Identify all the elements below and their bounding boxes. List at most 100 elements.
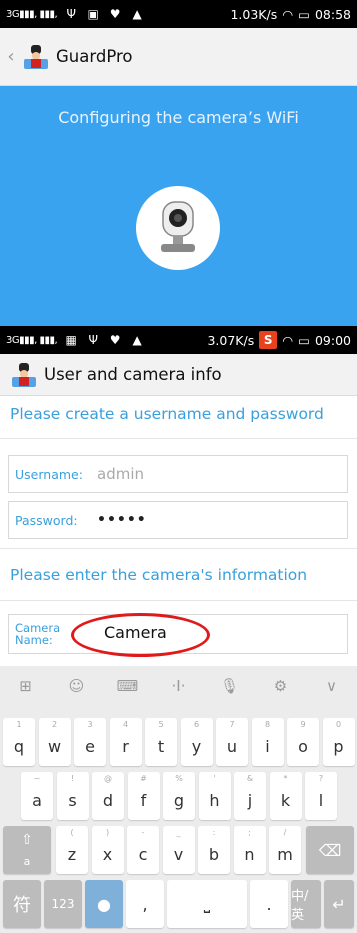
password-value[interactable]: •••••: [97, 512, 147, 528]
settings-icon[interactable]: ⚙: [266, 677, 296, 695]
key-secondary-label: _: [176, 828, 181, 837]
microphone-icon[interactable]: 🎙: [215, 677, 245, 695]
key-label: j: [247, 790, 253, 810]
backspace-key[interactable]: ⌫: [306, 826, 354, 874]
key-h[interactable]: ' h: [198, 772, 231, 820]
key-secondary-label: %: [175, 774, 183, 783]
backspace-icon: ⌫: [318, 840, 342, 860]
keyboard-layout-icon[interactable]: ⌨: [113, 677, 143, 695]
guardpro-logo-icon: [24, 44, 48, 69]
key-label: t: [157, 736, 165, 756]
app-bar-guardpro: ‹ GuardPro: [0, 28, 357, 86]
camera-name-label-line2: Name:: [15, 633, 53, 647]
key-secondary-label: (: [70, 828, 74, 837]
symbol-key[interactable]: 符: [3, 880, 41, 928]
key-c[interactable]: -c: [127, 826, 159, 874]
key-label: z: [67, 844, 77, 864]
signal-icon-2: 3G▮▮▮, ▮▮▮,: [6, 334, 58, 346]
key-label: v: [173, 844, 184, 864]
enter-key[interactable]: ↵: [324, 880, 354, 928]
s-app-icon: S: [259, 331, 278, 349]
globe-key[interactable]: ●: [85, 880, 123, 928]
key-j[interactable]: & j: [234, 772, 266, 820]
key-o[interactable]: 9o: [287, 718, 319, 766]
key-v[interactable]: _ v: [162, 826, 195, 874]
key-b[interactable]: :b: [198, 826, 230, 874]
key-label: c: [138, 844, 148, 864]
key-secondary-label: ;: [248, 828, 251, 837]
key-e[interactable]: 3e: [74, 718, 106, 766]
key-secondary-label: ): [105, 828, 110, 837]
camera-icon: [161, 201, 195, 252]
key-w[interactable]: 2w: [38, 718, 71, 766]
key-secondary-label: 6: [193, 720, 200, 729]
emoji-icon[interactable]: ☺: [62, 677, 92, 695]
key-secondary-label: #: [140, 774, 147, 783]
key-secondary-label: 5: [158, 720, 164, 729]
numbers-key[interactable]: 123: [44, 880, 82, 928]
period-key[interactable]: .: [250, 880, 288, 928]
key-r[interactable]: 4r: [109, 718, 142, 766]
app-notification-icon-2: ▲: [132, 333, 142, 347]
status-bar-top: 3G▮▮▮, ▮▮▮, Ψ ▣ ♥ ▲ 1.03K/s ◠ ▭ 08:58: [0, 0, 357, 28]
key-label: m: [277, 844, 293, 864]
key-z[interactable]: (z: [56, 826, 88, 874]
network-speed: 1.03K/s: [230, 6, 278, 22]
grid-menu-icon[interactable]: ⊞: [11, 677, 41, 695]
key-label: b: [208, 844, 220, 864]
key-label: k: [280, 790, 291, 810]
key-secondary-label: :: [212, 828, 216, 837]
shield-icon-2: ♥: [109, 333, 121, 347]
key-secondary-label: ': [213, 774, 216, 783]
key-secondary-label: ~: [33, 774, 41, 783]
key-g[interactable]: % g: [163, 772, 195, 820]
key-k[interactable]: * k: [269, 772, 302, 820]
key-m[interactable]: / m: [269, 826, 301, 874]
clock-2: 09:00: [314, 332, 351, 348]
key-secondary-label: &: [246, 774, 254, 783]
key-label: i: [265, 736, 270, 756]
space-key[interactable]: ⎵: [167, 880, 247, 928]
image-icon: ▣: [87, 7, 99, 21]
key-y[interactable]: 6y: [180, 718, 213, 766]
key-f[interactable]: # f: [127, 772, 160, 820]
divider: [0, 548, 357, 549]
password-field[interactable]: Password: •••••: [8, 501, 348, 539]
app-bar-user-info: User and camera info: [0, 354, 357, 396]
key-secondary-label: 1: [16, 720, 22, 729]
key-a[interactable]: ~ a: [21, 772, 53, 820]
username-field[interactable]: Username: admin: [8, 455, 348, 493]
camera-illustration: [136, 186, 220, 270]
wifi-icon-2: ◠: [282, 332, 294, 348]
app-notification-icon: ▲: [132, 7, 142, 21]
key-d[interactable]: @ d: [92, 772, 124, 820]
shift-key[interactable]: ⇧ a: [3, 826, 51, 874]
signal-icon: 3G▮▮▮, ▮▮▮,: [6, 8, 58, 20]
key-t[interactable]: 5t: [145, 718, 177, 766]
cursor-icon[interactable]: ·I·: [164, 677, 194, 695]
key-secondary-label: 4: [122, 720, 129, 729]
space-bar-icon: ⎵: [203, 894, 211, 913]
back-chevron-icon[interactable]: ‹: [4, 46, 18, 67]
key-x[interactable]: ) x: [91, 826, 124, 874]
key-l[interactable]: ? l: [305, 772, 337, 820]
key-label: u: [226, 736, 238, 756]
key-label: l: [318, 790, 324, 810]
key-label: x: [102, 844, 113, 864]
language-key[interactable]: 中/英: [291, 880, 321, 928]
key-p[interactable]: 0p: [322, 718, 355, 766]
key-label: e: [85, 736, 95, 756]
key-s[interactable]: ! s: [56, 772, 89, 820]
usb-icon: Ψ: [66, 7, 76, 21]
clock: 08:58: [314, 6, 351, 22]
app-title: GuardPro: [56, 47, 133, 66]
key-i[interactable]: 8i: [251, 718, 284, 766]
comma-key[interactable]: ,: [126, 880, 164, 928]
collapse-keyboard-icon[interactable]: ∨: [317, 677, 347, 695]
key-u[interactable]: 7u: [216, 718, 248, 766]
key-n[interactable]: ; n: [233, 826, 266, 874]
soft-keyboard: ⊞ ☺ ⌨ ·I· 🎙 ⚙ ∨ 1 q 2 w 3 e 4 r 5 t 6 y 7 u 8 i 9 o 0 p ~ a! s…: [0, 666, 357, 933]
username-value[interactable]: admin: [97, 465, 144, 483]
key-secondary-label: -: [141, 828, 145, 837]
key-q[interactable]: 1q: [3, 718, 35, 766]
